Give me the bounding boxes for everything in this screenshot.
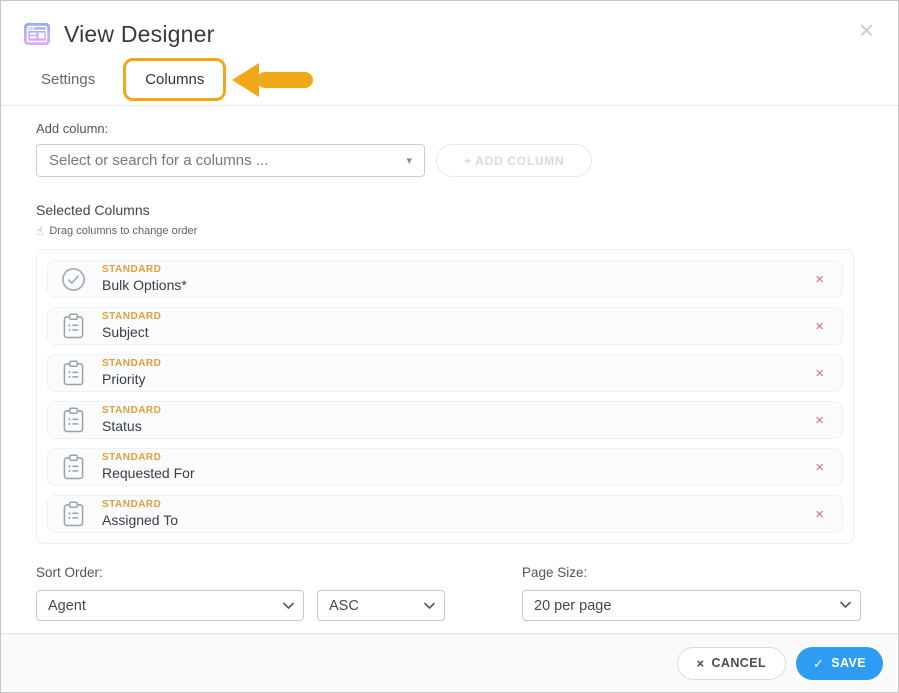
column-name: Subject [102, 324, 161, 342]
selected-columns-list: STANDARD Bulk Options* × [36, 249, 854, 544]
view-designer-dialog: View Designer × Settings Columns Add col… [0, 0, 899, 693]
remove-column-icon[interactable]: × [815, 507, 824, 522]
column-name: Priority [102, 371, 161, 389]
remove-column-icon[interactable]: × [815, 272, 824, 287]
tab-settings[interactable]: Settings [41, 71, 95, 88]
column-type-badge: STANDARD [102, 405, 161, 418]
column-type-badge: STANDARD [102, 452, 195, 465]
page-size-select[interactable]: 20 per page [522, 590, 861, 621]
dialog-footer: × CANCEL ✓ SAVE [1, 633, 898, 692]
add-column-label: Add column: [36, 121, 854, 136]
dialog-body: Add column: Select or search for a colum… [1, 106, 898, 621]
column-type-badge: STANDARD [102, 264, 187, 277]
clipboard-icon [63, 360, 84, 386]
clipboard-icon [63, 454, 84, 480]
tab-columns[interactable]: Columns [123, 58, 226, 101]
selected-column-row[interactable]: STANDARD Status × [47, 401, 843, 439]
add-column-row: Select or search for a columns ... ▾ + A… [36, 144, 854, 177]
check-circle-icon [61, 267, 86, 292]
column-type-badge: STANDARD [102, 311, 161, 324]
annotation-arrow-icon [232, 63, 313, 97]
dialog-header: View Designer × [1, 1, 898, 48]
add-column-select[interactable]: Select or search for a columns ... ▾ [36, 144, 425, 177]
remove-column-icon[interactable]: × [815, 460, 824, 475]
selected-column-row[interactable]: STANDARD Bulk Options* × [47, 260, 843, 298]
drag-hint: ☝ Drag columns to change order [36, 225, 854, 237]
check-icon: ✓ [813, 657, 824, 670]
sort-field-select[interactable]: Agent [36, 590, 304, 621]
remove-column-icon[interactable]: × [815, 319, 824, 334]
sort-order-label: Sort Order: [36, 565, 445, 580]
remove-column-icon[interactable]: × [815, 366, 824, 381]
column-type-badge: STANDARD [102, 499, 178, 512]
save-button[interactable]: ✓ SAVE [796, 647, 883, 680]
add-column-placeholder: Select or search for a columns ... [49, 152, 268, 169]
column-name: Status [102, 418, 161, 436]
column-type-badge: STANDARD [102, 358, 161, 371]
hand-pointer-icon: ☝ [36, 225, 43, 237]
selected-columns-heading: Selected Columns [36, 202, 854, 218]
sort-order-group: Sort Order: Agent ASC [36, 565, 445, 621]
clipboard-icon [63, 407, 84, 433]
sort-direction-select[interactable]: ASC [317, 590, 445, 621]
cancel-button[interactable]: × CANCEL [677, 647, 786, 680]
column-name: Requested For [102, 465, 195, 483]
selected-column-row[interactable]: STANDARD Subject × [47, 307, 843, 345]
page-size-label: Page Size: [522, 565, 861, 580]
selected-column-row[interactable]: STANDARD Assigned To × [47, 495, 843, 533]
column-name: Bulk Options* [102, 277, 187, 295]
column-name: Assigned To [102, 512, 178, 530]
selected-column-row[interactable]: STANDARD Priority × [47, 354, 843, 392]
clipboard-icon [63, 501, 84, 527]
view-designer-icon [23, 20, 51, 48]
remove-column-icon[interactable]: × [815, 413, 824, 428]
page-size-group: Page Size: 20 per page [522, 565, 861, 621]
caret-down-icon: ▾ [406, 154, 412, 167]
drag-hint-text: Drag columns to change order [49, 225, 197, 237]
arrow-bar [257, 72, 313, 88]
x-icon: × [697, 657, 705, 670]
selected-column-row[interactable]: STANDARD Requested For × [47, 448, 843, 486]
clipboard-icon [63, 313, 84, 339]
arrow-head [232, 63, 259, 97]
tab-bar: Settings Columns [1, 54, 898, 106]
add-column-button[interactable]: + ADD COLUMN [436, 144, 592, 177]
close-icon[interactable]: × [859, 17, 874, 43]
page-title: View Designer [64, 21, 214, 48]
options-row: Sort Order: Agent ASC [36, 565, 854, 621]
